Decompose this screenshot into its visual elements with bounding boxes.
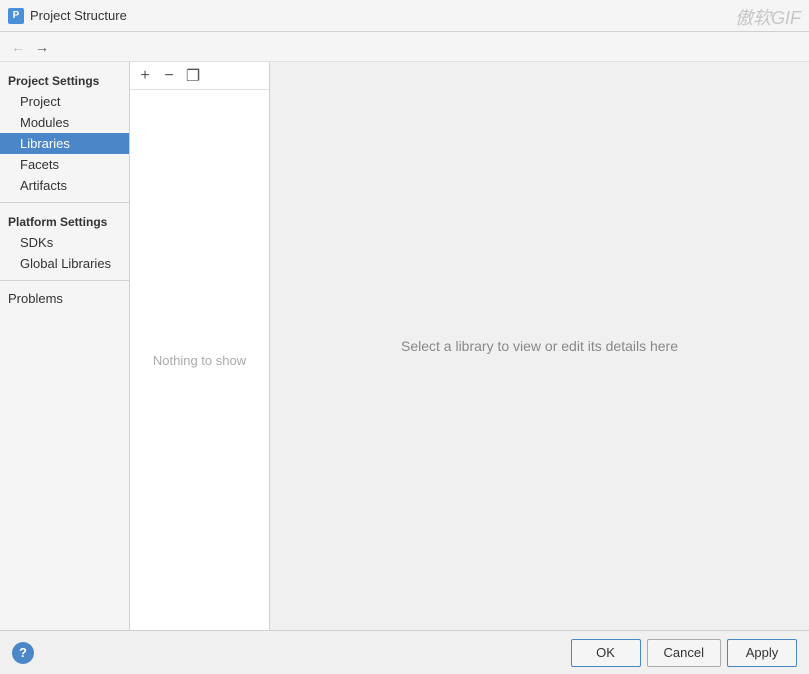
content-area: Project Settings Project Modules Librari…	[0, 62, 809, 630]
library-list-panel: + − ❐ Nothing to show	[130, 62, 270, 630]
project-settings-header: Project Settings	[0, 68, 129, 91]
sidebar-item-sdks[interactable]: SDKs	[0, 232, 129, 253]
library-toolbar: + − ❐	[130, 62, 269, 90]
platform-settings-header: Platform Settings	[0, 209, 129, 232]
app-icon: P	[8, 8, 24, 24]
forward-button[interactable]: →	[32, 37, 52, 57]
back-button[interactable]: ←	[8, 37, 28, 57]
sidebar-item-global-libraries[interactable]: Global Libraries	[0, 253, 129, 274]
title-bar: P Project Structure 傲软GIF	[0, 0, 809, 32]
add-library-button[interactable]: +	[134, 65, 156, 87]
bottom-bar: ? OK Cancel Apply	[0, 630, 809, 674]
sidebar-item-artifacts[interactable]: Artifacts	[0, 175, 129, 196]
sidebar: Project Settings Project Modules Librari…	[0, 62, 130, 630]
sidebar-item-project[interactable]: Project	[0, 91, 129, 112]
cancel-button[interactable]: Cancel	[647, 639, 721, 667]
sidebar-item-problems[interactable]: Problems	[0, 287, 129, 309]
sidebar-item-facets[interactable]: Facets	[0, 154, 129, 175]
nav-bar: ← →	[0, 32, 809, 62]
watermark: 傲软GIF	[735, 4, 801, 30]
library-list-empty: Nothing to show	[130, 90, 269, 630]
remove-library-button[interactable]: −	[158, 65, 180, 87]
window-title: Project Structure	[30, 8, 127, 23]
sidebar-divider-2	[0, 280, 129, 281]
ok-button[interactable]: OK	[571, 639, 641, 667]
right-panel-hint: Select a library to view or edit its det…	[401, 338, 678, 354]
bottom-left: ?	[12, 642, 34, 664]
copy-library-button[interactable]: ❐	[182, 65, 204, 87]
right-panel: Select a library to view or edit its det…	[270, 62, 809, 630]
main-layout: ← → Project Settings Project Modules Lib…	[0, 32, 809, 674]
apply-button[interactable]: Apply	[727, 639, 797, 667]
help-button[interactable]: ?	[12, 642, 34, 664]
sidebar-item-modules[interactable]: Modules	[0, 112, 129, 133]
sidebar-divider	[0, 202, 129, 203]
sidebar-item-libraries[interactable]: Libraries	[0, 133, 129, 154]
